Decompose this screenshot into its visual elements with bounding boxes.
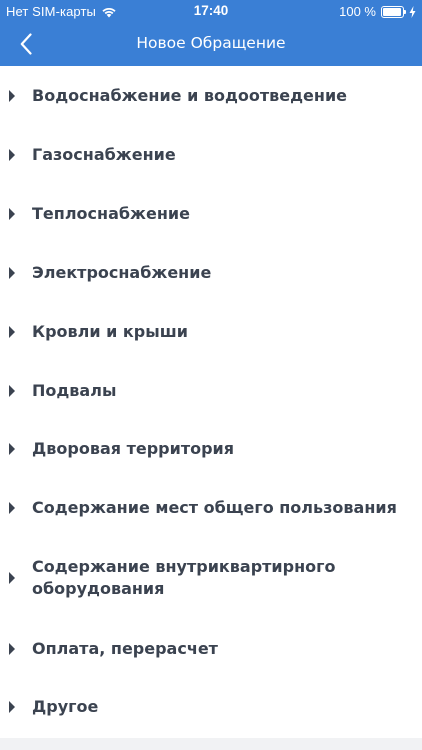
category-label: Дворовая территория <box>32 439 235 458</box>
caret-right-icon <box>9 384 15 397</box>
category-label: Кровли и крыши <box>32 321 188 341</box>
category-item[interactable]: Дворовая территория <box>0 420 422 478</box>
nav-bar: Новое Обращение <box>0 22 422 66</box>
status-bar: Нет SIM-карты 17:40 100 % <box>0 0 422 22</box>
category-item[interactable]: Теплоснабжение <box>0 184 422 243</box>
category-label: Оплата, перерасчет <box>32 638 218 658</box>
category-label: Теплоснабжение <box>32 203 190 223</box>
category-item[interactable]: Подвалы <box>0 361 422 420</box>
category-item[interactable]: Содержание внутриквартирного оборудовани… <box>0 537 422 619</box>
category-label: Другое <box>32 697 99 716</box>
category-item[interactable]: Оплата, перерасчет <box>0 619 422 678</box>
caret-right-icon <box>9 325 15 338</box>
caret-right-icon <box>9 89 15 102</box>
caret-right-icon <box>9 266 15 279</box>
page-title: Новое Обращение <box>136 34 286 52</box>
battery-percent: 100 % <box>339 4 376 19</box>
category-label: Водоснабжение и водоотведение <box>32 85 348 105</box>
category-label: Электроснабжение <box>32 262 212 282</box>
category-item[interactable]: Газоснабжение <box>0 125 422 184</box>
category-item[interactable]: Другое <box>0 678 422 736</box>
charging-bolt-icon <box>409 5 416 18</box>
category-label: Газоснабжение <box>32 144 176 164</box>
category-item[interactable]: Электроснабжение <box>0 243 422 302</box>
category-item[interactable]: Водоснабжение и водоотведение <box>0 66 422 125</box>
category-list: Водоснабжение и водоотведение Газоснабжен… <box>0 66 422 736</box>
caret-right-icon <box>9 501 15 514</box>
caret-right-icon <box>9 207 15 220</box>
category-label: Подвалы <box>32 380 117 400</box>
category-item[interactable]: Содержание мест общего пользования <box>0 478 422 537</box>
bottom-safe-area <box>0 738 422 750</box>
caret-right-icon <box>9 572 15 584</box>
status-right: 100 % <box>339 4 416 19</box>
caret-right-icon <box>9 148 15 161</box>
category-label: Содержание внутриквартирного оборудовани… <box>32 557 336 598</box>
battery-icon <box>381 5 407 18</box>
category-label: Содержание мест общего пользования <box>32 497 397 517</box>
caret-right-icon <box>9 701 15 713</box>
category-item[interactable]: Кровли и крыши <box>0 302 422 361</box>
caret-right-icon <box>9 642 15 655</box>
caret-right-icon <box>9 443 15 455</box>
